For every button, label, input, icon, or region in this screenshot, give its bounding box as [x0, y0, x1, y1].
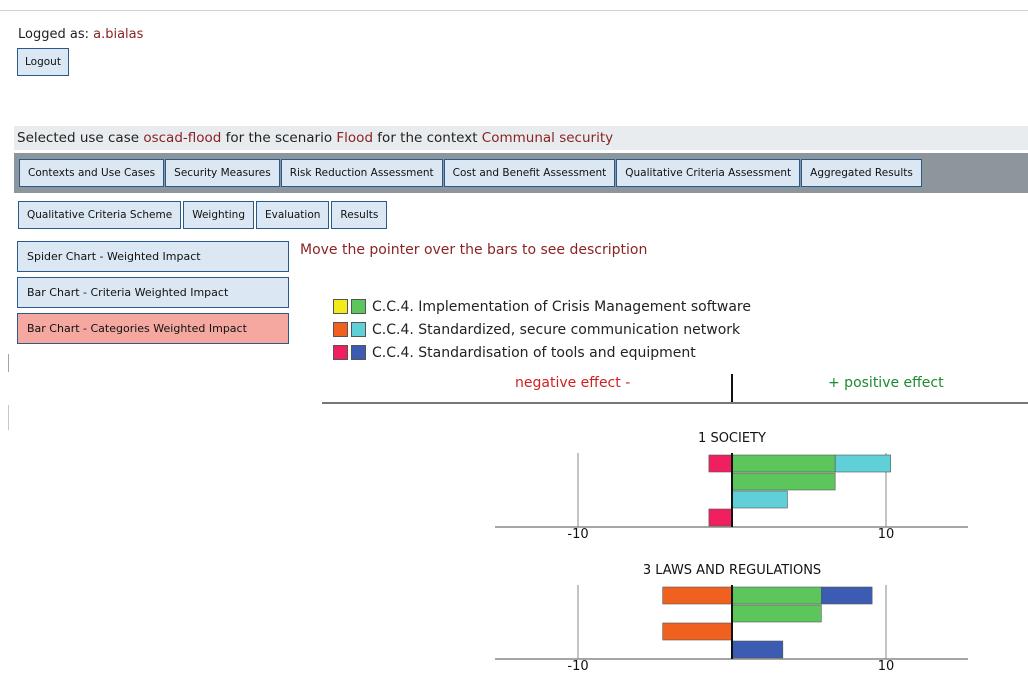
chart-bar: [708, 454, 733, 473]
chart-bar: [731, 490, 788, 509]
tick-label: -10: [567, 527, 588, 542]
chart-bar: [708, 508, 733, 527]
category-bar-charts: 1 SOCIETY -10 10 3 LAWS AND REGULATIONS -10 1…: [495, 431, 968, 674]
chart-bar: [731, 604, 822, 623]
chart-title: 1 SOCIETY: [698, 431, 766, 446]
chart-bar: [731, 640, 784, 659]
chart-bar: [731, 586, 822, 605]
chart-bar: [834, 454, 891, 473]
chart-bar: [731, 472, 836, 491]
chart-bar: [662, 622, 733, 641]
chart-bar: [662, 586, 733, 605]
chart-bar: [731, 454, 836, 473]
chart-bar: [821, 586, 873, 605]
tick-label: 10: [878, 659, 895, 674]
tick-label: 10: [878, 527, 895, 542]
tick-label: -10: [567, 659, 588, 674]
chart-title: 3 LAWS AND REGULATIONS: [643, 563, 821, 578]
